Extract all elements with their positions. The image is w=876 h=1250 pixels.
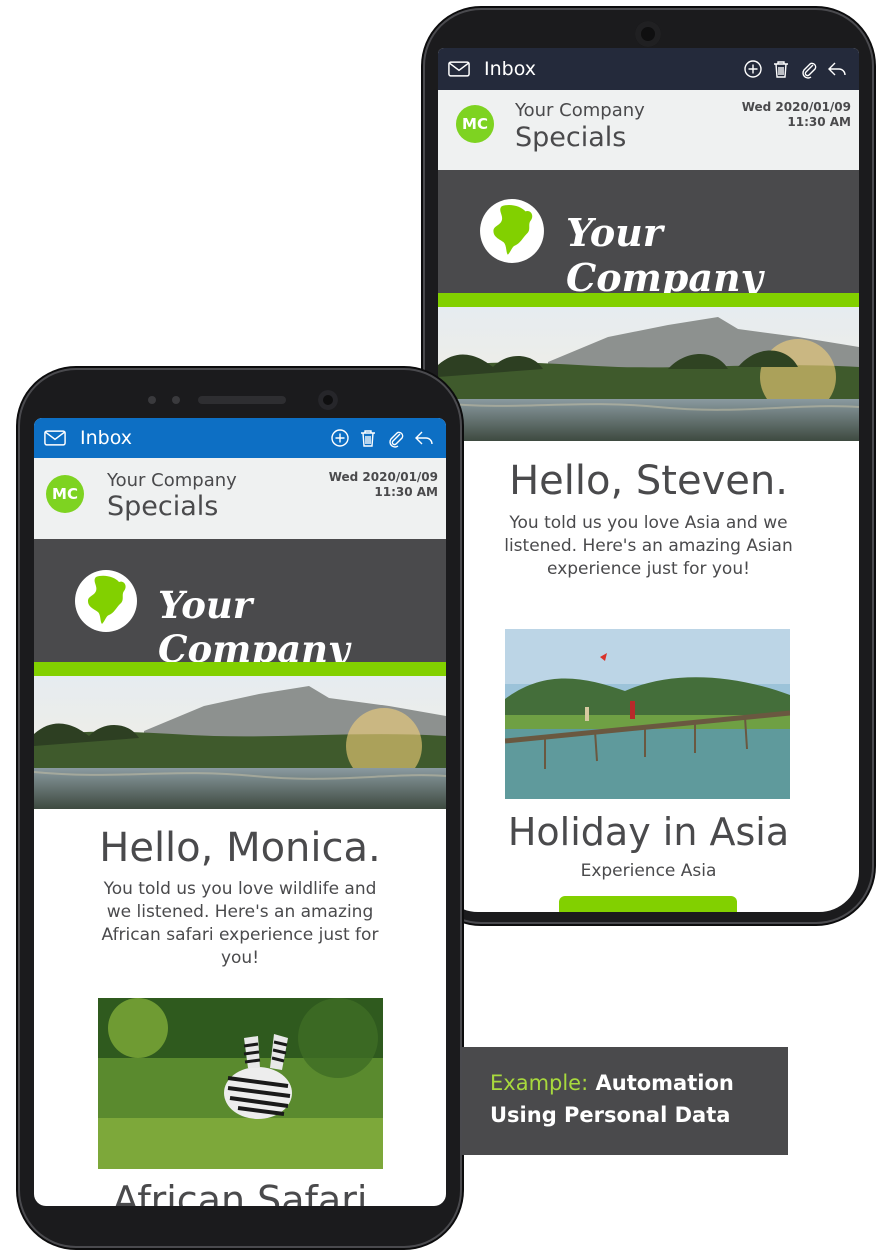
inbox-label: Inbox — [80, 427, 132, 449]
time-line: 11:30 AM — [374, 485, 438, 499]
add-icon[interactable] — [330, 428, 350, 448]
front-phone-sensor — [148, 396, 156, 404]
sender-name: Your Company — [515, 100, 645, 121]
asia-offer-image — [505, 629, 790, 799]
brand-banner: Your Company — [34, 539, 446, 676]
back-phone-screen: Inbox MC Your Company Specials Wed 2020/… — [438, 48, 859, 912]
date-line: Wed 2020/01/09 — [741, 100, 851, 114]
brand-accent-stripe — [34, 662, 446, 676]
greeting-heading: Hello, Steven. — [509, 458, 788, 504]
brand-accent-stripe — [438, 293, 859, 307]
caption-line-1-rest: Automation — [595, 1071, 734, 1095]
time-line: 11:30 AM — [787, 115, 851, 129]
attachment-icon[interactable] — [799, 59, 819, 79]
reply-icon[interactable] — [827, 59, 847, 79]
offer-title: Holiday in Asia — [507, 810, 790, 854]
add-icon[interactable] — [743, 59, 763, 79]
intro-text: You told us you love wildlife and we lis… — [101, 879, 379, 968]
envelope-icon[interactable] — [44, 430, 66, 446]
back-phone: Inbox MC Your Company Specials Wed 2020/… — [417, 8, 874, 924]
cta-button[interactable] — [559, 896, 737, 912]
brand-name: Your Company — [566, 210, 763, 300]
caption-accent: Example: — [490, 1071, 589, 1095]
toolbar-actions — [330, 428, 434, 448]
envelope-icon[interactable] — [448, 61, 470, 77]
email-date: Wed 2020/01/09 11:30 AM — [742, 100, 851, 130]
globe-icon — [480, 199, 544, 263]
hero-landscape-image — [34, 676, 446, 809]
globe-icon — [75, 570, 137, 632]
email-header: MC Your Company Specials Wed 2020/01/09 … — [438, 90, 859, 170]
attachment-icon[interactable] — [386, 428, 406, 448]
toolbar-actions — [743, 59, 847, 79]
offer-title: African Safari — [112, 1178, 368, 1206]
brand-banner: Your Company — [438, 170, 859, 307]
back-phone-camera — [635, 21, 661, 47]
reply-icon[interactable] — [414, 428, 434, 448]
email-subject: Specials — [515, 122, 627, 153]
greeting-heading: Hello, Monica. — [99, 825, 381, 871]
offer-subtitle: Experience Asia — [580, 861, 717, 881]
date-line: Wed 2020/01/09 — [328, 470, 438, 484]
caption-line-2: Using Personal Data — [490, 1103, 731, 1127]
mail-toolbar: Inbox — [438, 48, 859, 90]
brand-name: Your Company — [158, 583, 350, 671]
sender-name: Your Company — [107, 470, 237, 491]
trash-icon[interactable] — [771, 59, 791, 79]
email-header: MC Your Company Specials Wed 2020/01/09 … — [34, 458, 446, 539]
intro-text: You told us you love Asia and we listene… — [504, 513, 793, 579]
front-phone-camera — [318, 390, 338, 410]
front-phone-screen: Inbox MC Your Company Specials Wed 2020/… — [34, 418, 446, 1206]
caption-box: Example: Automation Using Personal Data — [462, 1047, 788, 1155]
trash-icon[interactable] — [358, 428, 378, 448]
front-phone-speaker-grille — [198, 396, 286, 404]
email-date: Wed 2020/01/09 11:30 AM — [329, 470, 438, 500]
caption-line-1: Example: Automation — [490, 1071, 734, 1095]
email-subject: Specials — [107, 491, 219, 522]
safari-offer-image — [98, 998, 383, 1169]
avatar: MC — [456, 105, 494, 143]
hero-landscape-image — [438, 307, 859, 441]
mail-toolbar: Inbox — [34, 418, 446, 458]
front-phone-sensor-2 — [172, 396, 180, 404]
front-phone: Inbox MC Your Company Specials Wed 2020/… — [18, 368, 462, 1248]
inbox-label: Inbox — [484, 58, 536, 80]
avatar: MC — [46, 475, 84, 513]
